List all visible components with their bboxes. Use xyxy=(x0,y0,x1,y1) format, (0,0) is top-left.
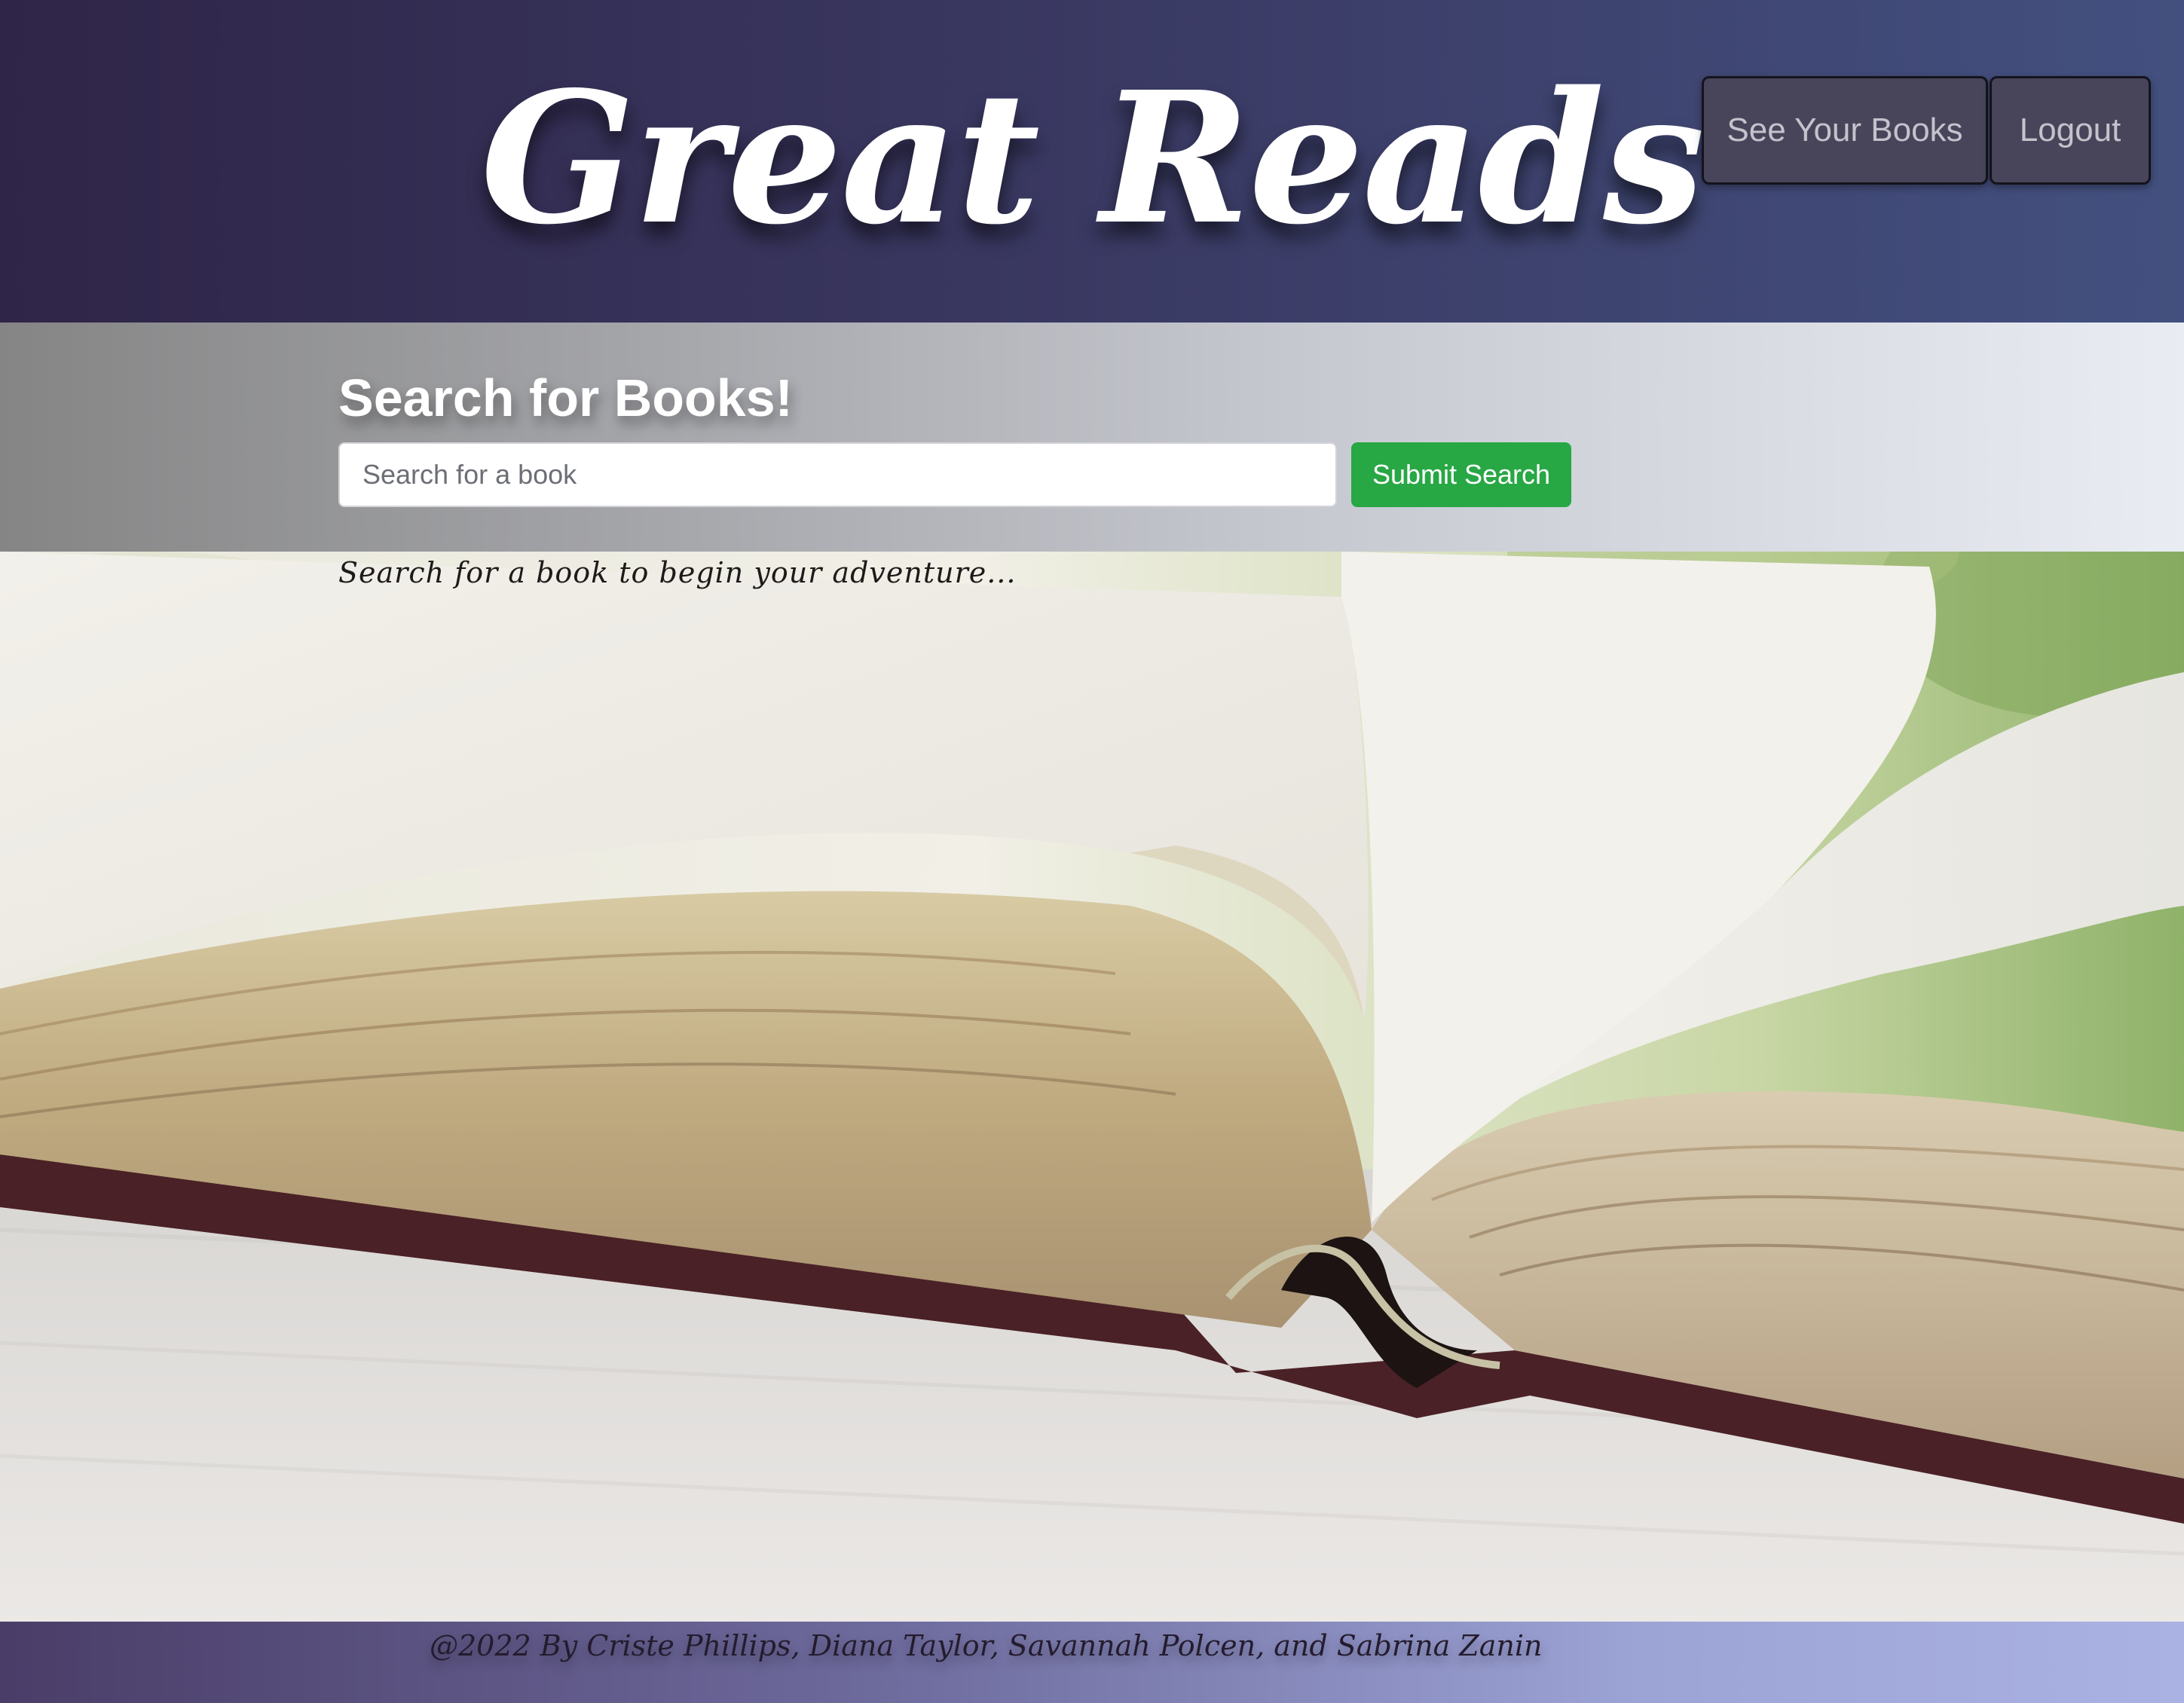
submit-search-button[interactable]: Submit Search xyxy=(1351,442,1571,507)
search-prompt-text: Search for a book to begin your adventur… xyxy=(338,556,1017,589)
hero-section: Search for a book to begin your adventur… xyxy=(0,552,2184,1622)
see-your-books-button[interactable]: See Your Books xyxy=(1702,76,1988,185)
footer-credits: @2022 By Criste Phillips, Diana Taylor, … xyxy=(430,1629,1543,1662)
open-book-image xyxy=(0,552,2184,1622)
search-heading: Search for Books! xyxy=(338,368,793,427)
search-input[interactable] xyxy=(338,442,1337,507)
logout-button[interactable]: Logout xyxy=(1990,76,2151,185)
site-header: Great Reads See Your Books Logout xyxy=(0,0,2184,323)
site-footer: @2022 By Criste Phillips, Diana Taylor, … xyxy=(0,1622,2184,1703)
search-section: Search for Books! Submit Search xyxy=(0,323,2184,552)
